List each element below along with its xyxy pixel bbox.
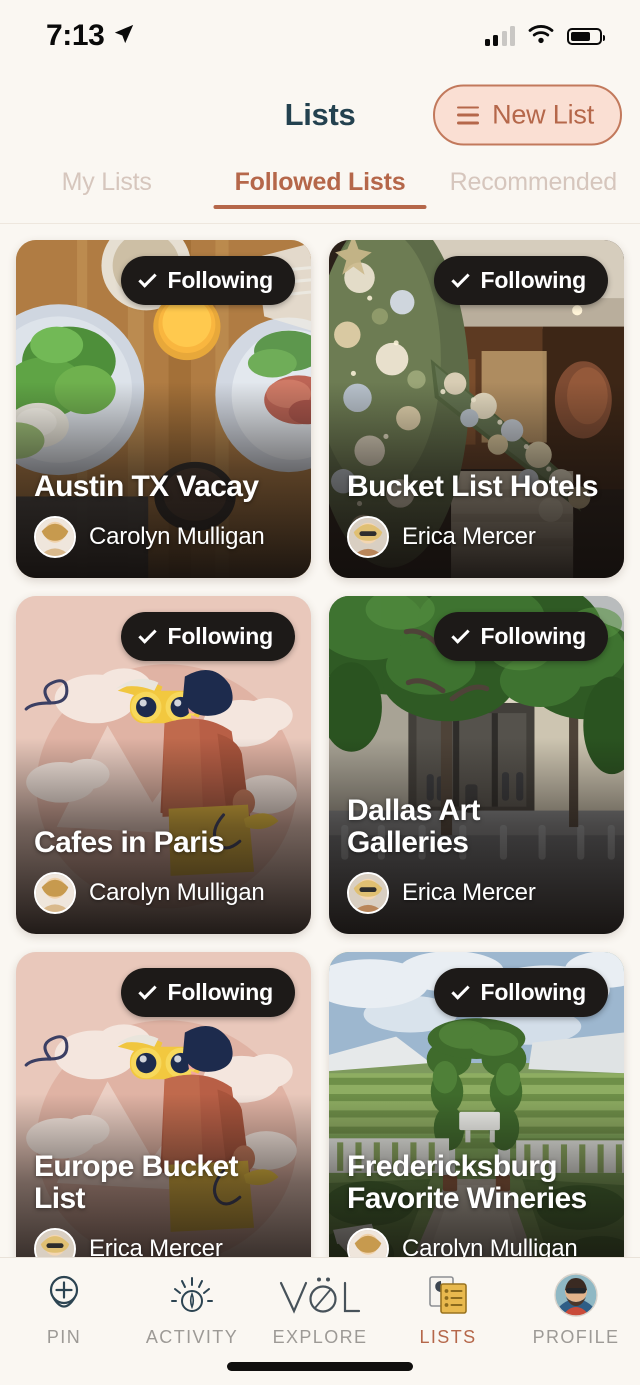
new-list-button[interactable]: New List xyxy=(433,84,622,146)
vol-wordmark-icon xyxy=(275,1272,365,1318)
card-body: Dallas Art Galleries Erica Mercer xyxy=(329,795,624,934)
card-author-name: Carolyn Mulligan xyxy=(89,879,265,906)
app-header: Lists New List xyxy=(0,72,640,158)
battery-icon xyxy=(567,27,605,45)
following-badge-label: Following xyxy=(480,267,586,293)
nav-item-pin[interactable]: PIN xyxy=(0,1272,128,1348)
user-avatar-icon xyxy=(554,1272,598,1318)
lists-grid: Following Austin TX Vacay Carolyn Mullig… xyxy=(0,228,640,1385)
nav-item-explore[interactable]: EXPLORE xyxy=(256,1272,384,1348)
check-icon xyxy=(138,625,158,644)
card-title: Fredericksburg Favorite Wineries xyxy=(347,1150,587,1216)
check-icon xyxy=(451,269,471,288)
following-badge[interactable]: Following xyxy=(121,612,295,661)
nav-label-lists: LISTS xyxy=(419,1327,477,1347)
tab-my-lists[interactable]: My Lists xyxy=(0,158,213,197)
list-card[interactable]: Following Cafes in Paris Carolyn Mulliga… xyxy=(16,596,311,934)
tab-bar: My Lists Followed Lists Recommended xyxy=(0,158,640,224)
card-title: Austin TX Vacay xyxy=(34,470,259,504)
nav-label-pin: PIN xyxy=(46,1327,82,1347)
sun-rays-icon xyxy=(169,1272,215,1318)
check-icon xyxy=(451,625,471,644)
card-author: Erica Mercer xyxy=(347,872,606,914)
card-body: Cafes in Paris Carolyn Mulligan xyxy=(16,827,311,934)
card-author-name: Carolyn Mulligan xyxy=(89,523,265,550)
card-author-name: Erica Mercer xyxy=(402,523,536,550)
card-title: Dallas Art Galleries xyxy=(347,794,481,860)
check-icon xyxy=(138,981,158,1000)
nav-label-activity: ACTIVITY xyxy=(145,1327,239,1347)
cellular-signal-icon xyxy=(484,26,515,46)
card-author: Erica Mercer xyxy=(347,516,606,558)
list-card[interactable]: Following Europe Bucket List Erica Merce… xyxy=(16,952,311,1290)
list-card[interactable]: Following Bucket List Hotels Erica Merce… xyxy=(329,240,624,578)
avatar xyxy=(347,872,389,914)
card-author-name: Erica Mercer xyxy=(402,879,536,906)
following-badge[interactable]: Following xyxy=(121,968,295,1017)
new-list-button-label: New List xyxy=(492,99,594,130)
card-title: Cafes in Paris xyxy=(34,826,225,860)
card-body: Bucket List Hotels Erica Mercer xyxy=(329,471,624,578)
page-title: Lists xyxy=(284,97,356,132)
status-bar: 7:13 xyxy=(0,0,640,72)
following-badge-label: Following xyxy=(480,979,586,1005)
following-badge[interactable]: Following xyxy=(434,256,608,305)
home-indicator[interactable] xyxy=(227,1362,413,1371)
nav-label-profile: PROFILE xyxy=(532,1327,620,1347)
map-pin-plus-icon xyxy=(47,1272,81,1318)
stacked-lists-icon xyxy=(426,1272,470,1318)
status-time: 7:13 xyxy=(46,19,105,52)
avatar xyxy=(34,516,76,558)
avatar xyxy=(34,872,76,914)
card-author: Carolyn Mulligan xyxy=(34,872,293,914)
list-card[interactable]: Following Fredericksburg Favorite Wineri… xyxy=(329,952,624,1290)
status-bar-right xyxy=(484,24,605,49)
following-badge[interactable]: Following xyxy=(121,256,295,305)
nav-item-lists[interactable]: LISTS xyxy=(384,1272,512,1348)
tab-recommended[interactable]: Recommended xyxy=(427,158,640,197)
location-arrow-icon xyxy=(113,23,135,50)
card-body: Austin TX Vacay Carolyn Mulligan xyxy=(16,471,311,578)
bottom-navigation: PIN ACTIVITY EXPLORE LISTS PROFILE xyxy=(0,1257,640,1385)
following-badge-label: Following xyxy=(480,623,586,649)
following-badge-label: Following xyxy=(167,623,273,649)
card-title: Bucket List Hotels xyxy=(347,470,599,504)
check-icon xyxy=(138,269,158,288)
list-card[interactable]: Following Dallas Art Galleries Erica Mer… xyxy=(329,596,624,934)
following-badge[interactable]: Following xyxy=(434,968,608,1017)
nav-item-activity[interactable]: ACTIVITY xyxy=(128,1272,256,1348)
check-icon xyxy=(451,981,471,1000)
avatar xyxy=(347,516,389,558)
status-bar-left: 7:13 xyxy=(46,19,135,53)
nav-item-profile[interactable]: PROFILE xyxy=(512,1272,640,1348)
tab-followed-lists[interactable]: Followed Lists xyxy=(213,158,426,197)
following-badge[interactable]: Following xyxy=(434,612,608,661)
nav-label-explore: EXPLORE xyxy=(272,1327,368,1347)
following-badge-label: Following xyxy=(167,267,273,293)
list-card[interactable]: Following Austin TX Vacay Carolyn Mullig… xyxy=(16,240,311,578)
list-lines-icon xyxy=(457,106,480,124)
card-author: Carolyn Mulligan xyxy=(34,516,293,558)
following-badge-label: Following xyxy=(167,979,273,1005)
wifi-icon xyxy=(528,24,554,49)
card-title: Europe Bucket List xyxy=(34,1150,239,1216)
